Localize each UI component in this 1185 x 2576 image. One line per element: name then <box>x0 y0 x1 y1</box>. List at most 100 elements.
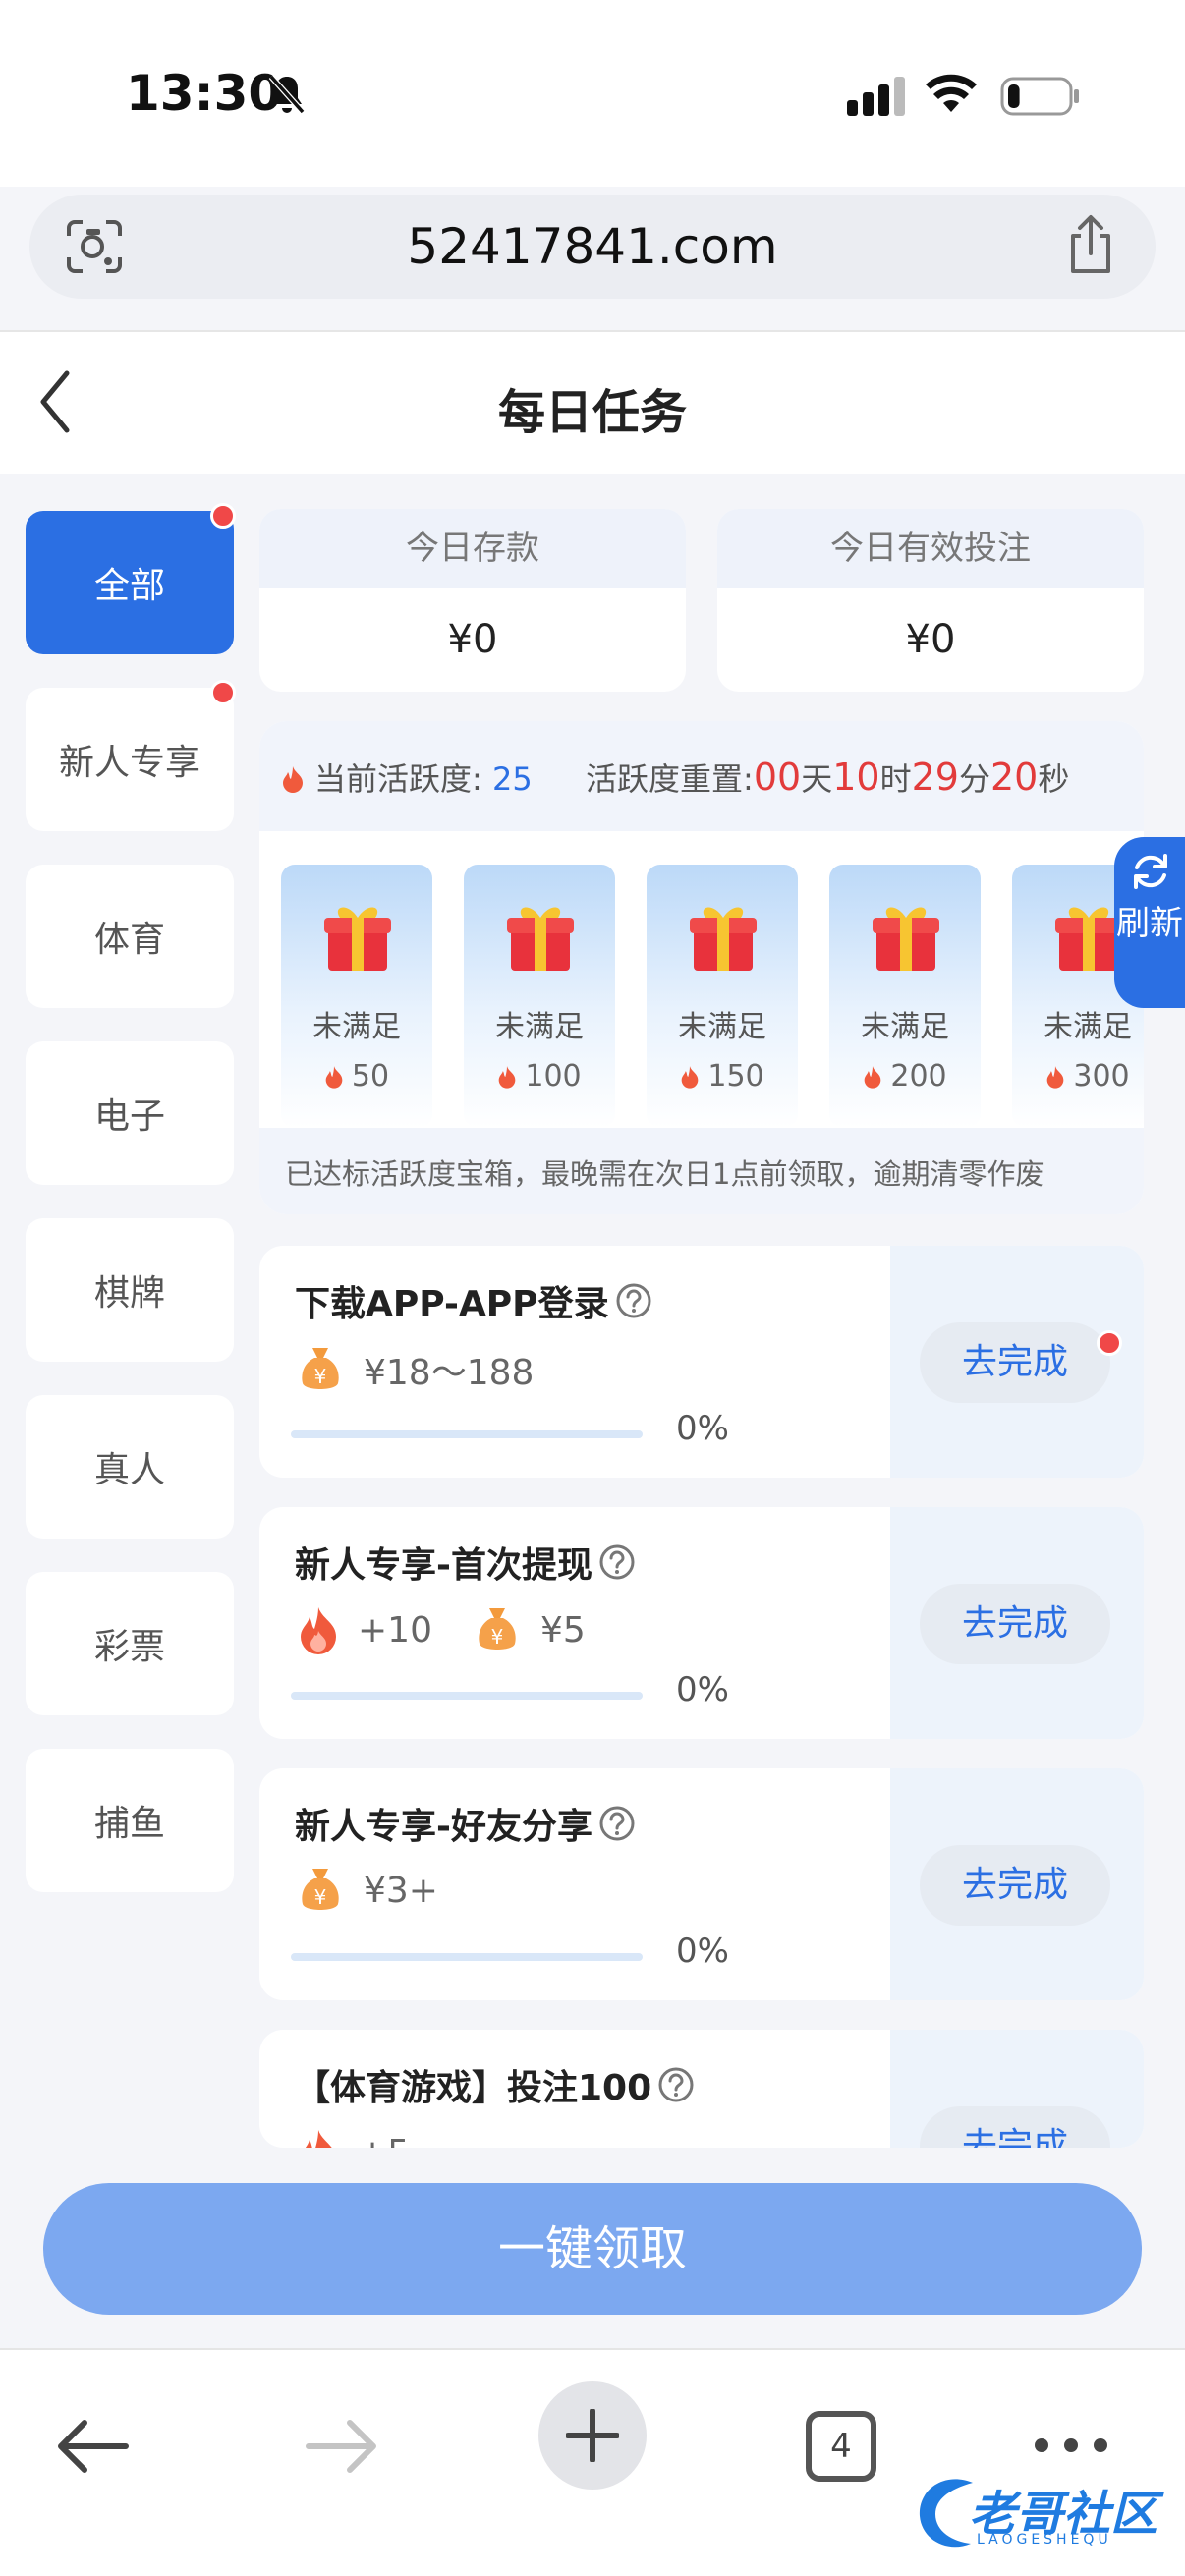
reset-minutes: 29 <box>911 756 959 799</box>
reset-label: 活跃度重置: <box>586 760 754 798</box>
money-bag-icon: ¥ <box>302 1869 339 1910</box>
cellular-signal-icon <box>847 77 905 116</box>
refresh-icon <box>1134 854 1167 889</box>
sidebar-item[interactable]: 彩票 <box>26 1572 234 1715</box>
chest-threshold-value: 100 <box>525 1059 582 1093</box>
task-progress-bar <box>291 1430 643 1438</box>
svg-text:¥: ¥ <box>491 1625 504 1649</box>
money-bag-icon: ¥ <box>479 1608 516 1650</box>
bet-value: ¥0 <box>905 617 956 662</box>
money-bag-icon: ¥ <box>302 1348 339 1389</box>
address-bar[interactable]: 52417841.com <box>29 195 1156 299</box>
flame-icon <box>1047 1066 1064 1089</box>
claim-area: 一键领取 <box>0 2148 1185 2348</box>
notification-dot <box>210 503 236 529</box>
task-title-text: 下载APP-APP登录 <box>295 1284 609 1324</box>
flame-icon <box>283 766 303 793</box>
chest-status: 未满足 <box>495 1010 584 1044</box>
sidebar-item[interactable]: 体育 <box>26 865 234 1008</box>
chest-status: 未满足 <box>1044 1010 1132 1044</box>
reward-money: ¥3+ <box>364 1870 438 1911</box>
activity-header: 当前活跃度: 25 活跃度重置:00天10时29分20秒 <box>259 721 1144 831</box>
page-title: 每日任务 <box>497 385 687 440</box>
gift-box-icon <box>873 907 939 971</box>
sidebar-item-label: 棋牌 <box>93 1273 165 1314</box>
bet-label: 今日有效投注 <box>717 509 1144 588</box>
current-activity-value: 25 <box>491 760 533 798</box>
chest-status: 未满足 <box>861 1010 949 1044</box>
task-progress-bar <box>291 1953 643 1961</box>
hours-unit: 时 <box>879 760 912 798</box>
browser-forward-icon[interactable] <box>305 2419 379 2474</box>
reward-chest[interactable]: 未满足 50 <box>281 865 432 1128</box>
tabs-button[interactable]: 4 <box>806 2411 876 2482</box>
gift-box-icon <box>324 907 391 971</box>
refresh-label: 刷新 <box>1116 904 1183 943</box>
chest-threshold-value: 50 <box>351 1059 390 1093</box>
go-complete-button[interactable]: 去完成 <box>920 1322 1110 1403</box>
go-complete-button[interactable]: 去完成 <box>920 1845 1110 1926</box>
reset-days: 00 <box>753 756 802 799</box>
more-icon[interactable] <box>1032 2431 1110 2460</box>
help-icon[interactable] <box>615 1282 652 1319</box>
task-card: 【体育游戏】投注100+50%去完成 <box>259 2030 1144 2148</box>
task-card: 新人专享-好友分享 ¥ ¥3+ 0% 去完成 <box>259 1768 1144 2000</box>
sidebar-item[interactable]: 真人 <box>26 1395 234 1539</box>
activity-panel: 当前活跃度: 25 活跃度重置:00天10时29分20秒 未满足 50 未满足 100… <box>259 721 1144 1214</box>
task-reward: ¥ ¥3+ <box>299 1867 438 1914</box>
sidebar-item[interactable]: 捕鱼 <box>26 1749 234 1892</box>
minutes-unit: 分 <box>958 760 990 798</box>
task-title: 新人专享-首次提现 <box>295 1537 636 1588</box>
task-title-text: 新人专享-首次提现 <box>295 1545 592 1586</box>
help-icon[interactable] <box>598 1805 636 1842</box>
sidebar-item[interactable]: 棋牌 <box>26 1218 234 1362</box>
reward-points: +10 <box>358 1609 432 1651</box>
activity-summary: 当前活跃度: 25 活跃度重置:00天10时29分20秒 <box>281 755 1069 800</box>
status-bar: 13:30 <box>0 0 1185 187</box>
task-card: 下载APP-APP登录 ¥ ¥18～188 0% 去完成 <box>259 1246 1144 1478</box>
battery-icon <box>1000 77 1079 116</box>
days-unit: 天 <box>801 760 833 798</box>
sidebar-item[interactable]: 新人专享 <box>26 680 236 831</box>
flame-icon <box>865 1066 881 1089</box>
svg-text:¥: ¥ <box>314 1885 327 1909</box>
url-text: 52417841.com <box>407 218 778 275</box>
sidebar-item-label: 真人 <box>93 1450 165 1490</box>
deposit-stat-card: 今日存款 ¥0 <box>259 509 686 692</box>
chest-threshold-value: 200 <box>890 1059 947 1093</box>
reset-hours: 10 <box>832 756 880 799</box>
sidebar-item[interactable]: 电子 <box>26 1041 234 1185</box>
bell-muted-icon <box>268 75 306 114</box>
go-complete-button[interactable]: 去完成 <box>920 2106 1110 2148</box>
help-icon[interactable] <box>598 1543 636 1581</box>
reward-points: +5 <box>358 2133 410 2149</box>
task-reward: ¥ ¥18～188 <box>299 1344 534 1395</box>
chest-status: 未满足 <box>312 1010 401 1044</box>
browser-back-icon[interactable] <box>55 2419 130 2474</box>
chest-status: 未满足 <box>678 1010 766 1044</box>
chest-threshold: 200 <box>829 1059 981 1093</box>
go-complete-button[interactable]: 去完成 <box>920 1584 1110 1664</box>
reward-chest[interactable]: 未满足 100 <box>464 865 615 1128</box>
claim-all-button[interactable]: 一键领取 <box>43 2183 1142 2315</box>
flame-icon <box>499 1066 516 1089</box>
refresh-button[interactable]: 刷新 <box>1114 837 1185 1008</box>
reward-chest[interactable]: 未满足 200 <box>829 865 981 1128</box>
sidebar-item[interactable]: 全部 <box>26 503 236 654</box>
notification-dot <box>210 680 236 705</box>
reward-chest[interactable]: 未满足 150 <box>647 865 798 1128</box>
sidebar-item-label: 全部 <box>93 566 165 606</box>
task-title: 新人专享-好友分享 <box>295 1798 636 1849</box>
sidebar-item-label: 新人专享 <box>58 743 200 783</box>
watermark-logo: 老哥社区 LAOGESHEQU <box>914 2461 1171 2563</box>
flame-icon <box>325 1066 343 1089</box>
task-title-text: 【体育游戏】投注100 <box>295 2068 652 2108</box>
chest-threshold-value: 150 <box>707 1059 764 1093</box>
page-header: 每日任务 <box>0 332 1185 474</box>
help-icon[interactable] <box>657 2066 695 2103</box>
share-icon[interactable] <box>1065 214 1116 275</box>
task-progress-text: 0% <box>676 1932 729 1971</box>
task-reward: +10 ¥ ¥5 <box>299 1605 586 1654</box>
task-title-text: 新人专享-好友分享 <box>295 1807 592 1847</box>
new-tab-button[interactable] <box>538 2381 647 2490</box>
